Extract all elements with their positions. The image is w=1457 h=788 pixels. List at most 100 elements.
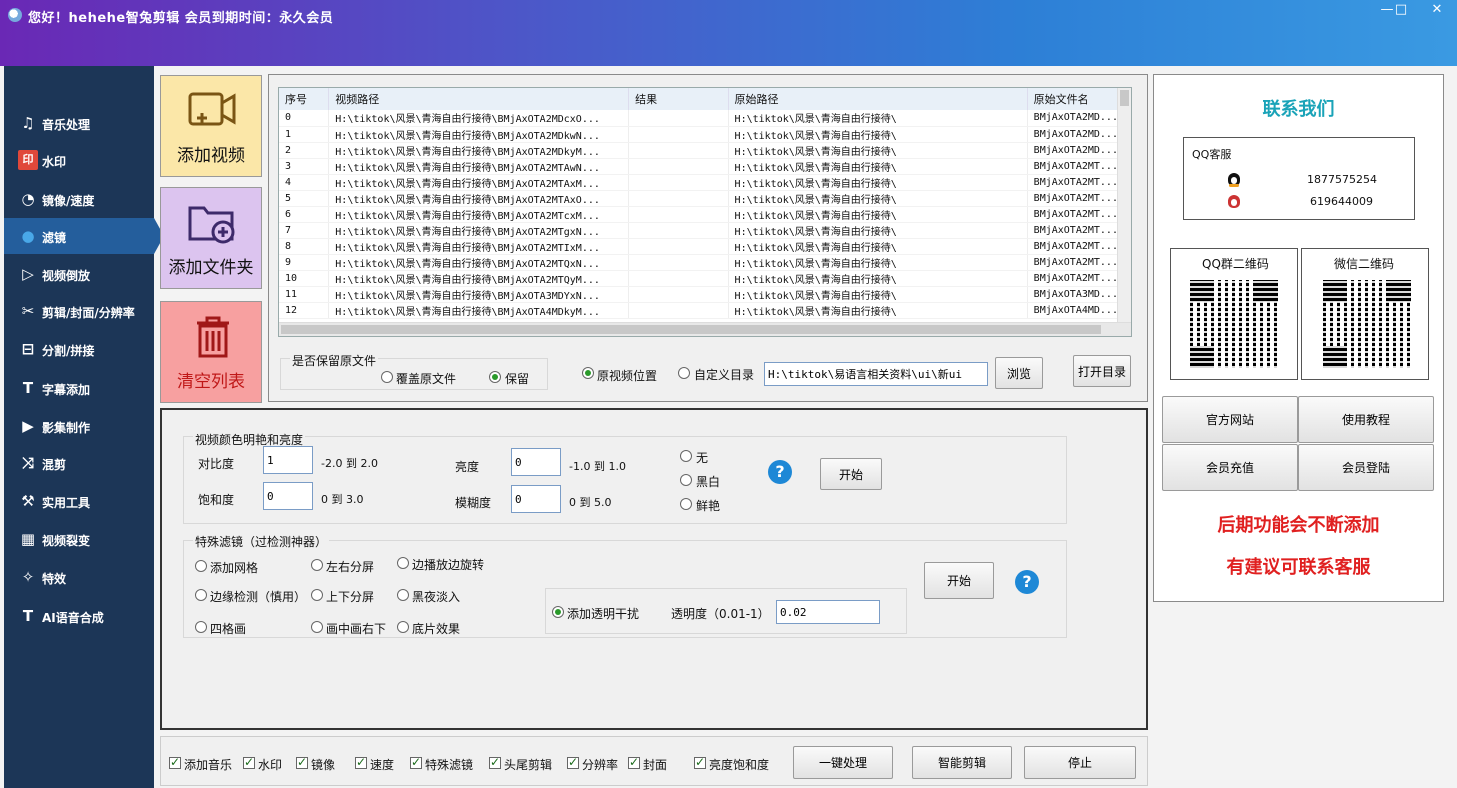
table-row[interactable]: 6 H:\tiktok\风景\青海自由行接待\BMjAxOTA2MTcxM... H… bbox=[279, 206, 1120, 223]
sidebar-item-5[interactable]: ▷ 视频倒放 bbox=[4, 256, 154, 292]
brightness-input[interactable] bbox=[511, 448, 561, 476]
special-start-button[interactable]: 开始 bbox=[924, 562, 994, 599]
edge-rotate-radio[interactable] bbox=[397, 557, 409, 569]
official-site-button[interactable]: 官方网站 bbox=[1162, 396, 1298, 443]
recharge-button[interactable]: 会员充值 bbox=[1162, 444, 1298, 491]
pipeline-checkbox[interactable] bbox=[355, 755, 367, 769]
table-vertical-scrollbar[interactable] bbox=[1117, 88, 1131, 322]
pipeline-checkbox[interactable] bbox=[489, 755, 501, 769]
sidebar-item-label: 字幕添加 bbox=[42, 383, 91, 397]
add-video-label: 添加视频 bbox=[177, 146, 245, 166]
table-row[interactable]: 10 H:\tiktok\风景\青海自由行接待\BMjAxOTA2MTQyM...… bbox=[279, 270, 1120, 287]
sidebar-item-11[interactable]: ⚒ 实用工具 bbox=[4, 483, 154, 519]
sidebar-item-3[interactable]: ◔ 镜像/速度 bbox=[4, 181, 154, 217]
table-horizontal-scrollbar[interactable] bbox=[279, 322, 1131, 336]
saturation-input[interactable] bbox=[263, 482, 313, 510]
pipeline-checkbox[interactable] bbox=[628, 755, 640, 769]
table-row[interactable]: 1 H:\tiktok\风景\青海自由行接待\BMjAxOTA2MDkwN... H… bbox=[279, 126, 1120, 143]
file-table[interactable]: 序号 视频路径 结果 原始路径 原始文件名 0 H:\tiktok\风景\青海自由行接待\… bbox=[278, 87, 1132, 337]
color-help-icon[interactable]: ? bbox=[768, 460, 792, 484]
table-row[interactable]: 4 H:\tiktok\风景\青海自由行接待\BMjAxOTA2MTAxM... H… bbox=[279, 174, 1120, 191]
table-row[interactable]: 12 H:\tiktok\风景\青海自由行接待\BMjAxOTA4MDkyM...… bbox=[279, 302, 1120, 319]
qq-number-1[interactable]: 1877575254 bbox=[1307, 173, 1377, 186]
keep-radio[interactable] bbox=[489, 371, 501, 383]
maximize-button[interactable]: □ bbox=[1388, 2, 1414, 20]
clear-list-button[interactable]: 清空列表 bbox=[160, 301, 262, 403]
table-row[interactable]: 5 H:\tiktok\风景\青海自由行接待\BMjAxOTA2MTAxO... H… bbox=[279, 190, 1120, 207]
close-button[interactable]: ✕ bbox=[1424, 2, 1450, 20]
sidebar-item-12[interactable]: ▦ 视频裂变 bbox=[4, 521, 154, 557]
pipeline-checkbox[interactable] bbox=[410, 755, 422, 769]
custom-dir-radio[interactable] bbox=[678, 367, 690, 379]
pipeline-checkbox[interactable] bbox=[296, 755, 308, 769]
transparency-label: 添加透明干扰 bbox=[567, 607, 640, 621]
pip-label: 画中画右下 bbox=[326, 622, 387, 636]
sidebar-item-label: 水印 bbox=[42, 155, 67, 169]
sidebar-item-8[interactable]: T 字幕添加 bbox=[4, 370, 154, 406]
table-row[interactable]: 8 H:\tiktok\风景\青海自由行接待\BMjAxOTA2MTIxM... H… bbox=[279, 238, 1120, 255]
output-dir-input[interactable] bbox=[764, 362, 988, 386]
blur-input[interactable] bbox=[511, 485, 561, 513]
column-header[interactable]: 结果 bbox=[628, 88, 729, 110]
login-button[interactable]: 会员登陆 bbox=[1298, 444, 1434, 491]
table-row[interactable]: 7 H:\tiktok\风景\青海自由行接待\BMjAxOTA2MTgxN... H… bbox=[279, 222, 1120, 239]
four-grid-radio[interactable] bbox=[195, 621, 207, 633]
browse-button[interactable]: 浏览 bbox=[995, 357, 1043, 389]
table-cell bbox=[628, 174, 729, 191]
transparency-radio[interactable] bbox=[552, 606, 564, 618]
table-row[interactable]: 3 H:\tiktok\风景\青海自由行接待\BMjAxOTA2MTAwN... H… bbox=[279, 158, 1120, 175]
pip-radio[interactable] bbox=[311, 621, 323, 633]
sidebar-item-1[interactable]: ♫ 音乐处理 bbox=[4, 105, 154, 141]
add-folder-button[interactable]: 添加文件夹 bbox=[160, 187, 262, 289]
sidebar-item-7[interactable]: ⊟ 分割/拼接 bbox=[4, 331, 154, 367]
table-row[interactable]: 9 H:\tiktok\风景\青海自由行接待\BMjAxOTA2MTQxN... H… bbox=[279, 254, 1120, 271]
open-dir-button[interactable]: 打开目录 bbox=[1073, 355, 1131, 387]
column-header[interactable]: 原始文件名 bbox=[1027, 88, 1120, 110]
sidebar-item-9[interactable]: ▶ 影集制作 bbox=[4, 408, 154, 444]
column-header[interactable]: 原始路径 bbox=[728, 88, 1028, 110]
color-start-button[interactable]: 开始 bbox=[820, 458, 882, 490]
smart-edit-button[interactable]: 智能剪辑 bbox=[912, 746, 1012, 779]
original-location-radio[interactable] bbox=[582, 367, 594, 379]
add-video-button[interactable]: 添加视频 bbox=[160, 75, 262, 177]
night-fade-radio[interactable] bbox=[397, 589, 409, 601]
special-help-icon[interactable]: ? bbox=[1015, 570, 1039, 594]
table-cell: 5 bbox=[279, 190, 330, 207]
table-cell: H:\tiktok\风景\青海自由行接待\ bbox=[728, 158, 1028, 175]
table-row[interactable]: 0 H:\tiktok\风景\青海自由行接待\BMjAxOTA2MDcxO... H… bbox=[279, 110, 1120, 127]
table-cell: H:\tiktok\风景\青海自由行接待\BMjAxOTA2MTQyM... bbox=[328, 270, 630, 287]
qq-number-2[interactable]: 619644009 bbox=[1310, 195, 1373, 208]
table-row[interactable]: 11 H:\tiktok\风景\青海自由行接待\BMjAxOTA3MDYxN...… bbox=[279, 286, 1120, 303]
column-header[interactable]: 序号 bbox=[279, 88, 330, 110]
pipeline-checkbox[interactable] bbox=[243, 755, 255, 769]
edge-rotate-label: 边播放边旋转 bbox=[412, 558, 485, 572]
sidebar-item-10[interactable]: ⤨ 混剪 bbox=[4, 445, 154, 481]
stop-button[interactable]: 停止 bbox=[1024, 746, 1136, 779]
sidebar-item-2[interactable]: 印水印 bbox=[4, 142, 154, 178]
sidebar-item-14[interactable]: T AI语音合成 bbox=[4, 598, 154, 634]
pipeline-checkbox[interactable] bbox=[694, 755, 706, 769]
film-radio[interactable] bbox=[397, 621, 409, 633]
column-header[interactable]: 视频路径 bbox=[328, 88, 630, 110]
split-lr-radio[interactable] bbox=[311, 559, 323, 571]
split-tb-radio[interactable] bbox=[311, 589, 323, 601]
mode-bw-radio[interactable] bbox=[680, 474, 692, 486]
overwrite-radio[interactable] bbox=[381, 371, 393, 383]
sidebar-item-13[interactable]: ✧ 特效 bbox=[4, 559, 154, 595]
add-grid-radio[interactable] bbox=[195, 560, 207, 572]
folder-add-icon bbox=[188, 206, 235, 244]
sidebar-item-6[interactable]: ✂ 剪辑/封面/分辨率 bbox=[4, 293, 154, 329]
mode-vivid-radio[interactable] bbox=[680, 498, 692, 510]
pipeline-checkbox[interactable] bbox=[169, 755, 181, 769]
opacity-input[interactable] bbox=[776, 600, 880, 624]
edge-detect-radio[interactable] bbox=[195, 589, 207, 601]
tutorial-button[interactable]: 使用教程 bbox=[1298, 396, 1434, 443]
pipeline-checkbox[interactable] bbox=[567, 755, 579, 769]
contrast-input[interactable] bbox=[263, 446, 313, 474]
sidebar-item-4[interactable]: ● 滤镜 bbox=[4, 218, 164, 254]
table-row[interactable]: 2 H:\tiktok\风景\青海自由行接待\BMjAxOTA2MDkyM... H… bbox=[279, 142, 1120, 159]
one-click-button[interactable]: 一键处理 bbox=[793, 746, 893, 779]
mode-none-radio[interactable] bbox=[680, 450, 692, 462]
pipeline-checkbox-label: 镜像 bbox=[311, 758, 336, 772]
table-cell: H:\tiktok\风景\青海自由行接待\BMjAxOTA2MTAxM... bbox=[328, 174, 630, 191]
